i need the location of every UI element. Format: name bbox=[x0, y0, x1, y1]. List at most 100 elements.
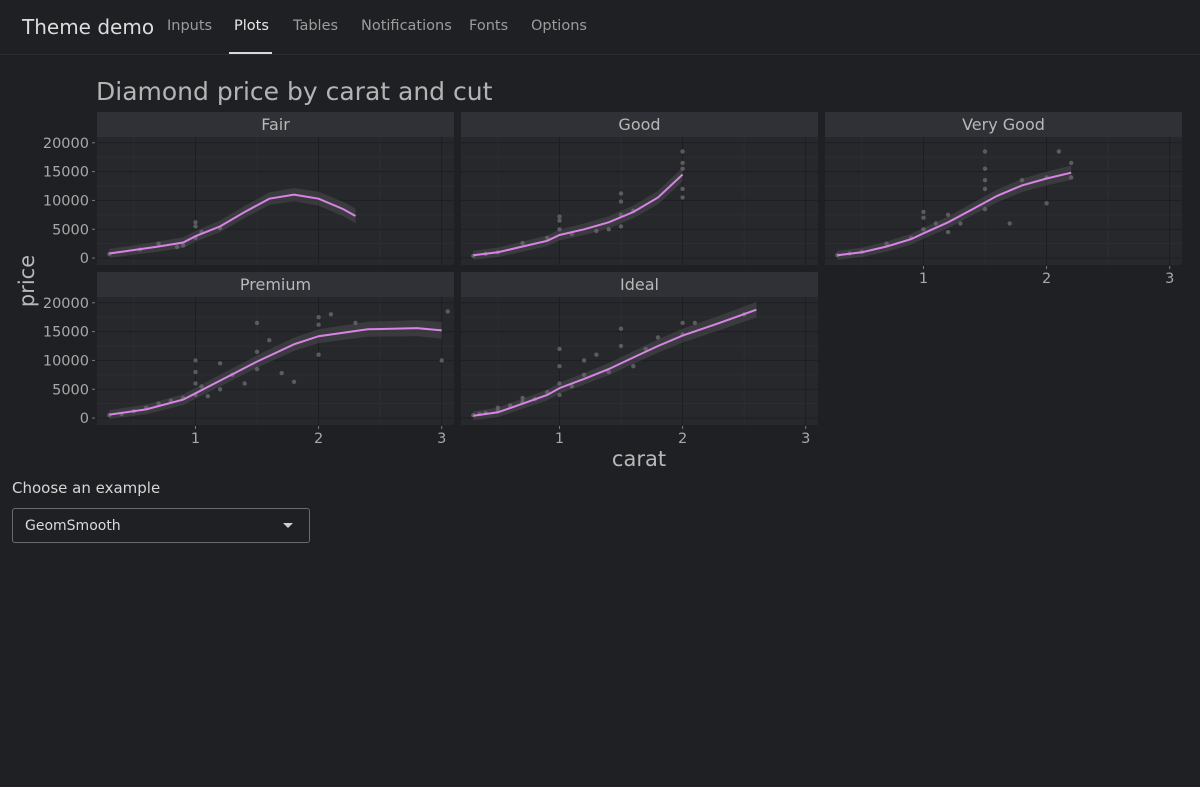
data-point bbox=[1019, 178, 1025, 183]
data-point bbox=[254, 320, 260, 326]
data-point bbox=[316, 322, 321, 327]
data-point bbox=[1007, 221, 1012, 226]
data-point bbox=[594, 228, 599, 234]
data-point bbox=[205, 394, 210, 399]
tab-inputs[interactable]: Inputs bbox=[167, 18, 212, 34]
data-point bbox=[445, 309, 450, 314]
data-point bbox=[217, 387, 223, 392]
y-tick-label: 20000 bbox=[43, 136, 89, 152]
data-point bbox=[982, 206, 988, 212]
app-brand[interactable]: Theme demo bbox=[22, 15, 154, 39]
y-tick-label: 5000 bbox=[52, 222, 89, 238]
data-point bbox=[655, 335, 661, 340]
top-navbar: Theme demo Inputs Plots Tables Notificat… bbox=[0, 0, 1200, 55]
facet-label: Very Good bbox=[962, 115, 1045, 134]
active-tab-indicator bbox=[229, 52, 272, 54]
data-point bbox=[618, 191, 624, 196]
example-select-value: GeomSmooth bbox=[25, 518, 121, 534]
data-point bbox=[680, 166, 685, 171]
y-tick-label: 15000 bbox=[43, 165, 89, 181]
facet-very-good: Very Good bbox=[825, 112, 1182, 265]
data-point bbox=[279, 370, 284, 376]
data-point bbox=[982, 149, 988, 154]
data-point bbox=[174, 244, 180, 250]
data-point bbox=[692, 320, 698, 326]
data-point bbox=[439, 358, 444, 363]
y-tick-label: 10000 bbox=[43, 353, 89, 369]
data-point bbox=[680, 149, 685, 154]
example-select-label: Choose an example bbox=[12, 479, 161, 497]
data-point bbox=[618, 326, 624, 331]
facet-premium: Premium 0 5000 10000 15000 20000 bbox=[43, 272, 454, 427]
data-point bbox=[520, 395, 525, 401]
facet-label: Ideal bbox=[620, 275, 659, 294]
data-point bbox=[945, 229, 951, 235]
data-point bbox=[181, 243, 186, 248]
data-point bbox=[520, 240, 525, 246]
tab-tables[interactable]: Tables bbox=[293, 18, 338, 34]
data-point bbox=[193, 369, 198, 375]
data-point bbox=[193, 220, 198, 225]
data-point bbox=[1044, 201, 1049, 206]
example-select[interactable]: GeomSmooth bbox=[12, 508, 310, 543]
data-point bbox=[958, 221, 963, 226]
data-point bbox=[328, 312, 334, 317]
data-point bbox=[267, 338, 272, 343]
data-point bbox=[217, 361, 223, 366]
x-axis-label: carat bbox=[612, 447, 666, 471]
data-point bbox=[353, 320, 358, 326]
data-point bbox=[495, 405, 501, 410]
facet-fair: Fair 0 5000 10000 15000 20000 bbox=[43, 112, 454, 267]
data-point bbox=[618, 224, 624, 229]
facet-label: Good bbox=[618, 115, 660, 134]
data-point bbox=[680, 160, 685, 166]
data-point bbox=[921, 227, 926, 232]
y-tick-label: 20000 bbox=[43, 296, 89, 312]
chevron-down-icon bbox=[283, 523, 293, 528]
data-point bbox=[581, 372, 587, 377]
chart-title: Diamond price by carat and cut bbox=[96, 77, 493, 106]
x-tick-label: 1 bbox=[191, 431, 200, 447]
data-point bbox=[242, 381, 247, 386]
data-point bbox=[945, 212, 951, 217]
data-point bbox=[921, 215, 926, 220]
data-point bbox=[921, 209, 926, 215]
data-point bbox=[1056, 149, 1062, 154]
tab-options[interactable]: Options bbox=[531, 18, 587, 34]
data-point bbox=[680, 320, 685, 326]
facet-label: Fair bbox=[261, 115, 290, 134]
facet-good: Good bbox=[461, 112, 818, 265]
x-tick-label: 2 bbox=[1042, 271, 1051, 287]
data-point bbox=[557, 346, 562, 352]
data-point bbox=[557, 214, 562, 219]
tab-notifications[interactable]: Notifications bbox=[361, 18, 452, 34]
data-point bbox=[1069, 160, 1074, 166]
data-point bbox=[933, 221, 938, 226]
x-tick-label: 1 bbox=[919, 271, 928, 287]
y-tick-label: 15000 bbox=[43, 325, 89, 341]
data-point bbox=[557, 227, 562, 232]
tab-fonts[interactable]: Fonts bbox=[469, 18, 508, 34]
data-point bbox=[1069, 175, 1074, 180]
x-tick-label: 3 bbox=[1165, 271, 1174, 287]
x-tick-label: 3 bbox=[801, 431, 810, 447]
x-tick-label: 2 bbox=[678, 431, 687, 447]
data-point bbox=[982, 186, 988, 192]
data-point bbox=[193, 381, 198, 386]
data-point bbox=[982, 178, 988, 183]
y-tick-label: 10000 bbox=[43, 193, 89, 209]
data-point bbox=[982, 166, 988, 171]
data-point bbox=[680, 195, 685, 200]
data-point bbox=[254, 349, 260, 354]
data-point bbox=[557, 364, 562, 369]
facet-label: Premium bbox=[240, 275, 311, 294]
tab-plots[interactable]: Plots bbox=[234, 18, 269, 34]
data-point bbox=[557, 218, 562, 223]
data-point bbox=[680, 186, 685, 192]
y-tick-label: 0 bbox=[80, 251, 89, 267]
data-point bbox=[594, 352, 599, 357]
y-tick-label: 5000 bbox=[52, 382, 89, 398]
y-tick-label: 0 bbox=[80, 411, 89, 427]
faceted-scatter-plot: Diamond price by carat and cut Fair 0 5000 1… bbox=[15, 77, 1182, 471]
data-point bbox=[618, 343, 624, 349]
